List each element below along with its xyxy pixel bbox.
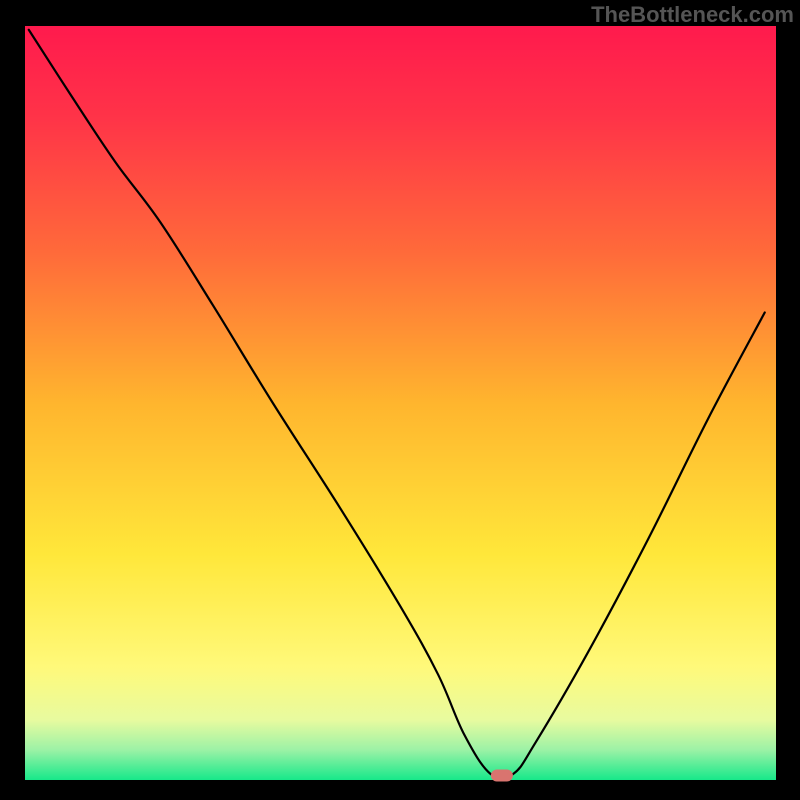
optimal-point-marker (491, 769, 513, 781)
watermark-text: TheBottleneck.com (591, 2, 794, 28)
bottleneck-chart: TheBottleneck.com (0, 0, 800, 800)
chart-svg (0, 0, 800, 800)
plot-background (25, 26, 776, 780)
